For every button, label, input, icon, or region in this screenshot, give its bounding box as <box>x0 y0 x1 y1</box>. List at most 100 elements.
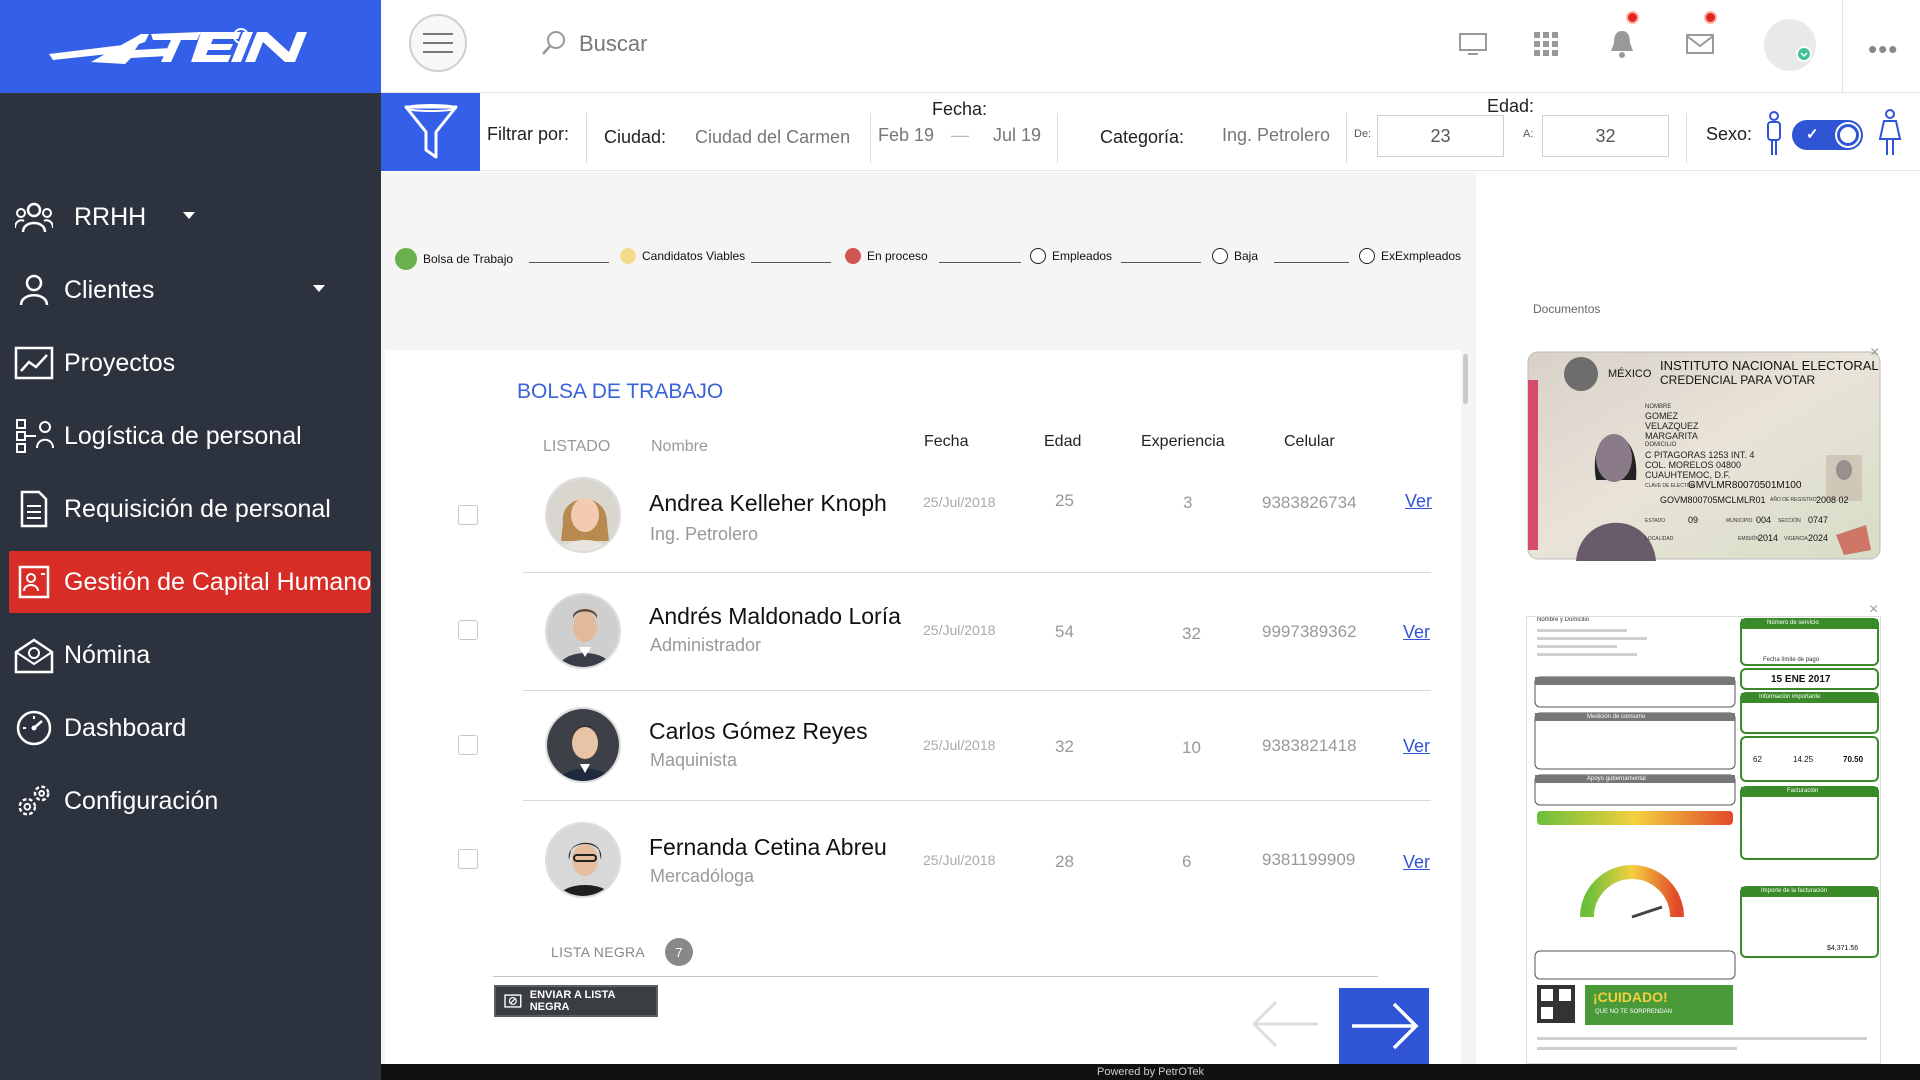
sidebar-item-rrhh[interactable]: RRHH <box>0 186 381 248</box>
blacklist-label[interactable]: LISTA NEGRA <box>551 944 645 960</box>
candidate-age: 54 <box>1055 622 1074 641</box>
payroll-icon <box>14 635 54 675</box>
monitor-icon[interactable] <box>1457 28 1489 60</box>
ine-localidad-label: LOCALIDAD <box>1645 536 1674 542</box>
age-to-label: A: <box>1523 128 1534 140</box>
avatar[interactable] <box>1764 19 1816 71</box>
ine-address-line: C PITAGORAS 1253 INT. 4 <box>1645 450 1755 460</box>
step-connector <box>1274 262 1349 263</box>
more-icon[interactable]: ••• <box>1868 34 1898 65</box>
filter-button[interactable] <box>381 93 480 171</box>
ine-seccion: 0747 <box>1808 515 1829 525</box>
candidate-name: Andrés Maldonado Loría <box>649 603 901 629</box>
step-en-proceso[interactable]: En proceso <box>845 248 928 264</box>
sidebar: RRHH Clientes Proyectos Logística de per… <box>0 0 381 1080</box>
sidebar-item-label: Proyectos <box>64 348 176 377</box>
sidebar-item-nomina[interactable]: Nómina <box>0 624 381 686</box>
sidebar-item-proyectos[interactable]: Proyectos <box>0 332 381 394</box>
sidebar-item-configuracion[interactable]: Configuración <box>0 770 381 832</box>
date-from[interactable]: Feb 19 <box>878 125 934 146</box>
date-to[interactable]: Jul 19 <box>993 125 1041 146</box>
avatar <box>545 822 621 898</box>
funnel-icon <box>404 104 457 159</box>
step-empleados[interactable]: Empleados <box>1030 248 1112 264</box>
col-header-experiencia[interactable]: Experiencia <box>1141 433 1225 451</box>
ine-curp: GOVM800705MCLMLR01 <box>1660 495 1766 505</box>
candidate-role: Ing. Petrolero <box>650 524 759 544</box>
sidebar-nav: RRHH Clientes Proyectos Logística de per… <box>0 186 381 843</box>
step-candidatos-viables[interactable]: Candidatos Viables <box>620 248 745 264</box>
age-from-input[interactable] <box>1377 115 1504 157</box>
blacklist-count-badge: 7 <box>665 938 693 966</box>
sex-toggle[interactable]: ✓ <box>1792 120 1863 150</box>
age-to-input[interactable] <box>1542 115 1669 157</box>
bill-info-label: Información importante <box>1759 694 1821 700</box>
ine-estado: 09 <box>1688 515 1699 525</box>
row-checkbox[interactable] <box>458 505 478 525</box>
col-header-edad[interactable]: Edad <box>1044 433 1081 451</box>
candidates-card <box>385 350 1461 1064</box>
send-to-blacklist-button[interactable]: ENVIAR A LISTA NEGRA <box>494 985 658 1017</box>
next-button[interactable] <box>1339 988 1429 1064</box>
bill-due-label: Fecha límite de pago <box>1763 657 1820 663</box>
step-baja[interactable]: Baja <box>1212 248 1258 264</box>
bell-icon[interactable] <box>1606 28 1638 60</box>
sidebar-item-label: Dashboard <box>64 713 187 742</box>
logo-graphic <box>48 27 307 64</box>
candidate-role: Administrador <box>650 635 762 655</box>
sidebar-item-logistica[interactable]: Logística de personal <box>0 405 381 467</box>
sidebar-item-label: Configuración <box>64 786 219 815</box>
footer-text: Powered by PetrOTek <box>1097 1066 1204 1078</box>
sidebar-item-requisicion[interactable]: Requisición de personal <box>0 478 381 540</box>
ine-vigencia: 2024 <box>1808 533 1829 543</box>
step-label: ExExmpleados <box>1381 249 1462 263</box>
gears-icon <box>14 781 54 821</box>
sidebar-item-gestion-capital-humano[interactable]: Gestión de Capital Humano <box>9 551 371 613</box>
divider <box>1842 0 1843 92</box>
ine-municipio-label: MUNICIPIO <box>1726 518 1753 524</box>
row-checkbox[interactable] <box>458 735 478 755</box>
hamburger-icon <box>423 33 453 35</box>
ine-municipio: 004 <box>1756 515 1772 525</box>
row-checkbox[interactable] <box>458 849 478 869</box>
city-value[interactable]: Ciudad del Carmen <box>695 127 850 148</box>
divider <box>1346 113 1347 163</box>
candidate-date: 25/Jul/2018 <box>923 737 996 753</box>
candidate-name: Fernanda Cetina Abreu <box>649 834 887 860</box>
candidate-experience: 32 <box>1182 624 1201 643</box>
col-header-nombre[interactable]: Nombre <box>651 438 708 456</box>
view-link[interactable]: Ver <box>1403 622 1430 643</box>
step-label: Baja <box>1234 249 1259 263</box>
grid-icon[interactable] <box>1530 28 1562 60</box>
ine-address-line: CUAUHTEMOC, D.F. <box>1645 470 1731 480</box>
col-header-fecha[interactable]: Fecha <box>924 433 968 451</box>
view-link[interactable]: Ver <box>1405 491 1432 512</box>
category-label: Categoría: <box>1100 127 1185 147</box>
app-logo[interactable] <box>0 0 381 93</box>
step-exexmpleados[interactable]: ExExmpleados <box>1359 248 1461 264</box>
hamburger-menu-button[interactable] <box>409 14 467 72</box>
ine-registro: 2008 02 <box>1816 495 1849 505</box>
close-icon[interactable]: × <box>1869 601 1878 619</box>
scrollbar[interactable] <box>1463 354 1468 404</box>
col-header-celular[interactable]: Celular <box>1284 433 1335 451</box>
category-value[interactable]: Ing. Petrolero <box>1222 125 1330 146</box>
view-link[interactable]: Ver <box>1403 852 1430 873</box>
step-bolsa-de-trabajo[interactable]: Bolsa de Trabajo <box>395 248 513 270</box>
candidate-phone: 9997389362 <box>1262 622 1357 641</box>
mail-icon[interactable] <box>1684 28 1716 60</box>
sidebar-item-clientes[interactable]: Clientes <box>0 259 381 321</box>
search-input[interactable] <box>579 24 979 64</box>
previous-button[interactable] <box>1250 994 1320 1054</box>
blacklist-icon <box>504 994 522 1008</box>
close-icon[interactable]: × <box>1870 344 1879 362</box>
ine-document[interactable]: MÉXICO INSTITUTO NACIONAL ELECTORAL CRED… <box>1526 350 1882 561</box>
row-checkbox[interactable] <box>458 620 478 640</box>
id-card-icon <box>14 562 54 602</box>
step-label: Candidatos Viables <box>642 249 746 263</box>
sidebar-item-dashboard[interactable]: Dashboard <box>0 697 381 759</box>
date-separator: — <box>951 125 969 145</box>
view-link[interactable]: Ver <box>1403 736 1430 757</box>
bill-document[interactable]: Nombre y Domicilio Número de servicio Fe… <box>1526 616 1881 1064</box>
status-steps: Bolsa de Trabajo Candidatos Viables En p… <box>395 248 1475 276</box>
